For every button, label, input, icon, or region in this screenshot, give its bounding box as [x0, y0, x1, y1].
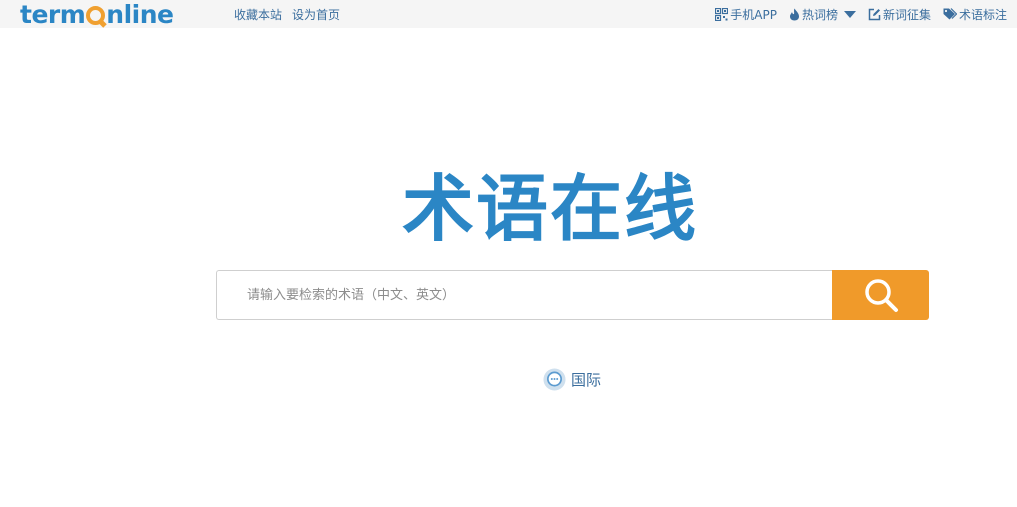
- edit-icon: [868, 8, 881, 20]
- logo-text-prefix: term: [20, 0, 86, 29]
- term-annotation-label: 术语标注: [958, 7, 1007, 22]
- logo-o-mark-icon: [86, 5, 106, 25]
- top-bar: term nline 收藏本站 设为首页 手机APP 热词榜 新词征集 术语标注: [0, 0, 1017, 29]
- term-annotation-link[interactable]: 术语标注: [943, 6, 1007, 23]
- search-bar: [216, 270, 929, 320]
- chat-bubble-icon: [543, 368, 566, 391]
- top-links-right: 手机APP 热词榜 新词征集 术语标注: [715, 0, 1007, 28]
- search-input[interactable]: [216, 270, 832, 320]
- hot-words-link[interactable]: 热词榜: [789, 6, 856, 23]
- international-link[interactable]: 国际: [543, 368, 601, 391]
- search-button[interactable]: [832, 270, 929, 320]
- top-links-left: 收藏本站 设为首页: [234, 0, 340, 28]
- set-homepage-link[interactable]: 设为首页: [292, 6, 340, 23]
- qr-code-icon: [715, 7, 729, 21]
- brand-title: 术语在线: [402, 167, 699, 251]
- search-icon: [864, 279, 898, 312]
- new-words-label: 新词征集: [882, 7, 931, 22]
- site-logo[interactable]: term nline: [20, 0, 174, 29]
- mobile-app-link[interactable]: 手机APP: [715, 6, 777, 23]
- mobile-app-label: 手机APP: [730, 7, 777, 22]
- flame-icon: [789, 8, 799, 20]
- logo-text-suffix: nline: [106, 0, 174, 29]
- new-words-link[interactable]: 新词征集: [868, 6, 931, 23]
- hot-words-label: 热词榜: [801, 7, 838, 22]
- chevron-down-icon: [843, 10, 856, 18]
- international-label: 国际: [571, 371, 602, 389]
- bookmark-site-link[interactable]: 收藏本站: [234, 6, 282, 23]
- tag-icon: [943, 8, 957, 20]
